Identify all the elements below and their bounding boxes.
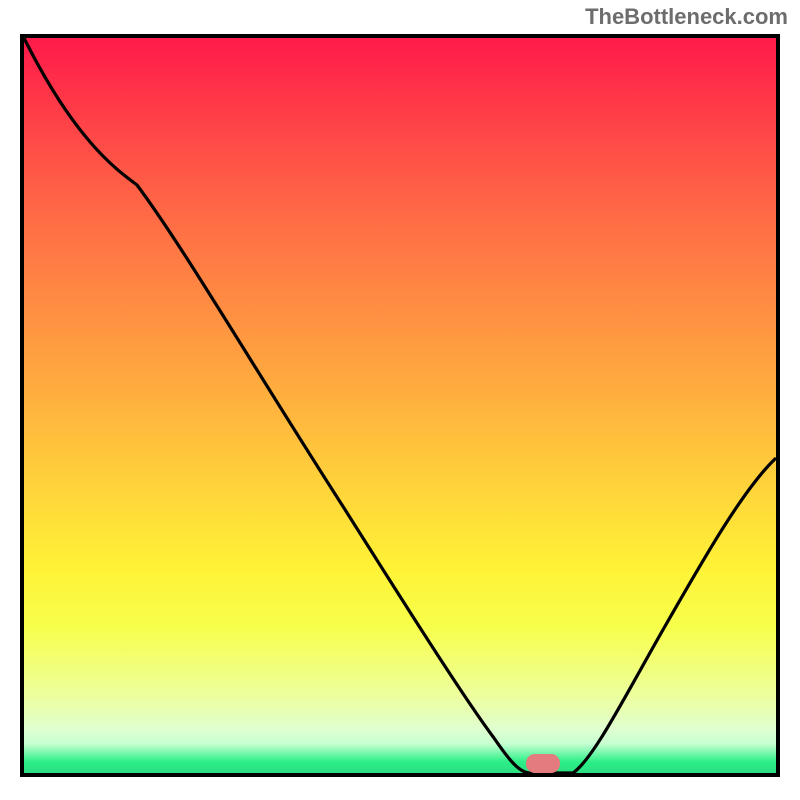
chart-curve-path [24, 38, 776, 773]
chart-curve-svg [24, 38, 776, 773]
watermark-text: TheBottleneck.com [585, 4, 788, 30]
chart-plot-area [20, 34, 780, 777]
chart-marker-pill [526, 754, 560, 773]
